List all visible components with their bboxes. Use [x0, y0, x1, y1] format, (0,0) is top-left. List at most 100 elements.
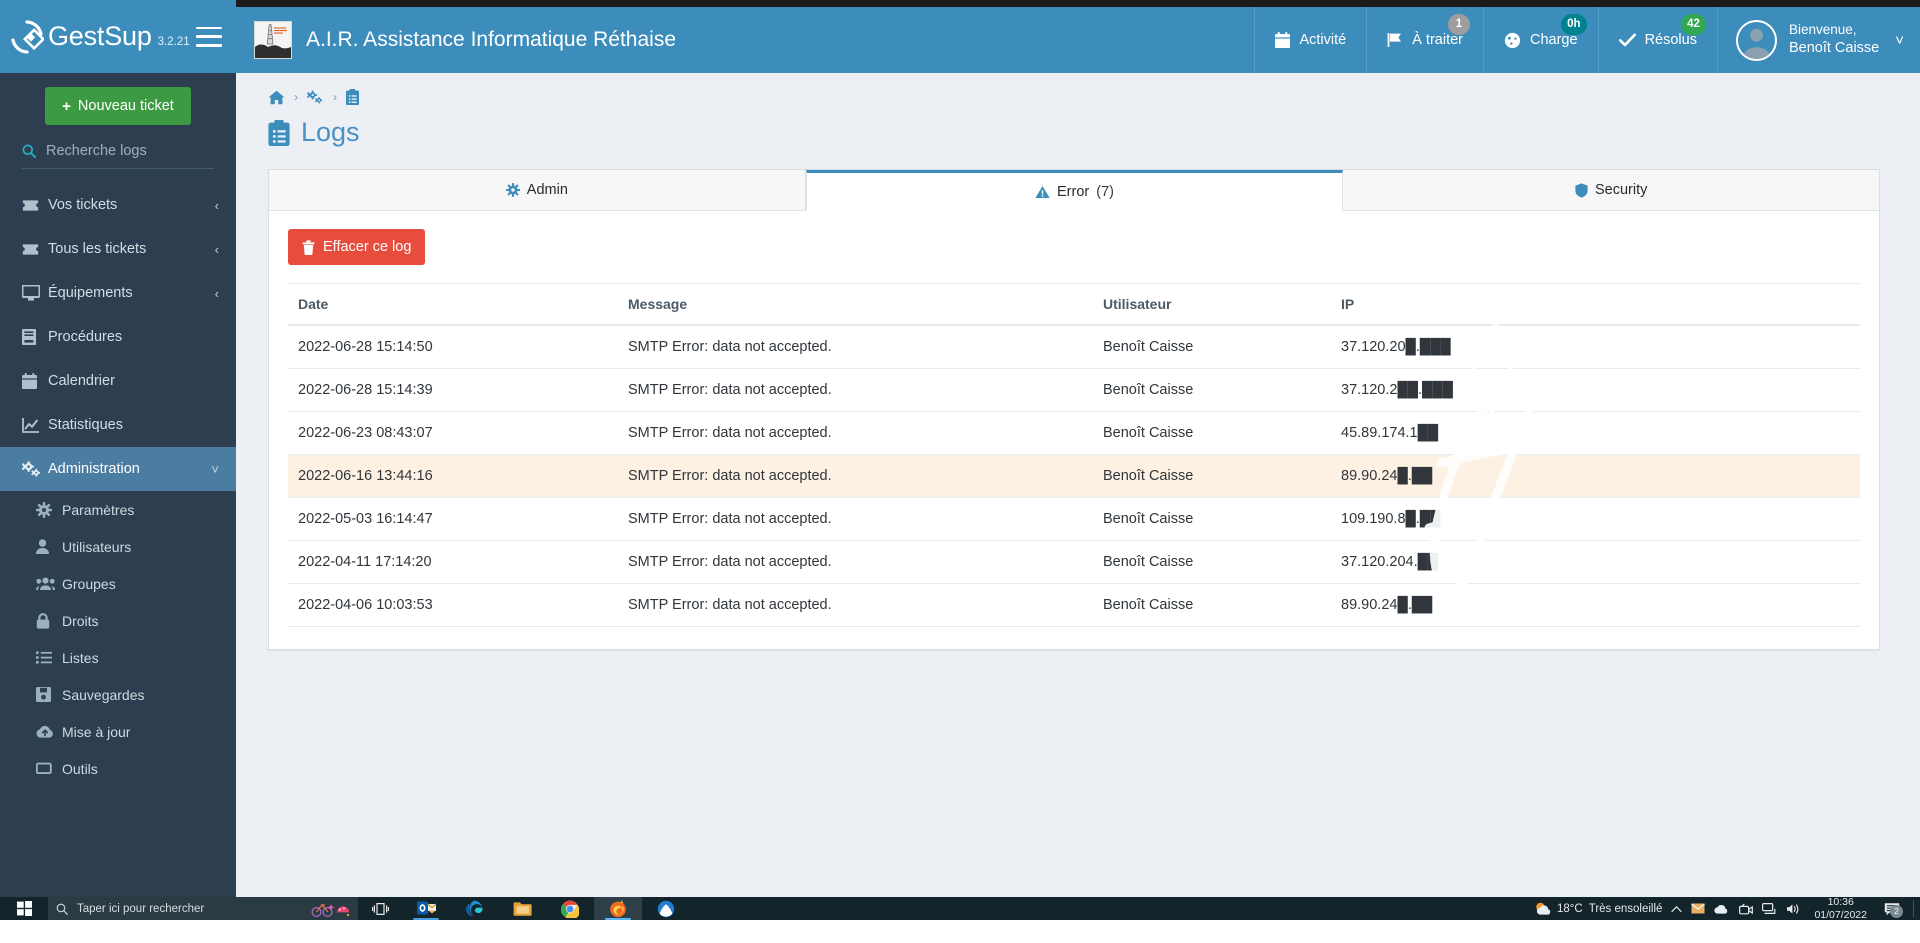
explorer-icon[interactable] — [498, 897, 546, 920]
user-greeting: Bienvenue, — [1788, 22, 1857, 38]
log-user-cell: Benoît Caisse — [1093, 540, 1331, 584]
breadcrumb-home-icon[interactable] — [268, 90, 285, 105]
new-ticket-button[interactable]: + Nouveau ticket — [45, 87, 191, 125]
sidebar-item-vos-tickets[interactable]: Vos tickets ‹ — [0, 183, 236, 227]
taskbar-search[interactable]: Taper ici pour rechercher — [48, 897, 358, 920]
sidebar-item-tous-les-tickets[interactable]: Tous les tickets ‹ — [0, 227, 236, 271]
sidebar-item-mise-a-jour[interactable]: Mise à jour — [0, 713, 236, 750]
clear-log-button[interactable]: Effacer ce log — [288, 229, 426, 265]
windows-start-icon[interactable] — [0, 901, 48, 916]
sidebar-item-calendrier[interactable]: Calendrier — [0, 359, 236, 403]
list-icon — [36, 651, 62, 664]
log-message-cell: SMTP Error: data not accepted. — [618, 540, 1093, 584]
table-row[interactable]: 2022-06-16 13:44:16 SMTP Error: data not … — [288, 454, 1860, 498]
sidebar-subitem-label: Groupes — [62, 575, 116, 592]
gestsup-diamond-logo — [10, 19, 44, 54]
taskbar-clock[interactable]: 10:36 01/07/2022 — [1810, 896, 1871, 920]
browser-top-strip — [0, 0, 1920, 7]
sidebar-item-listes[interactable]: Listes — [0, 639, 236, 676]
chrome-icon[interactable] — [546, 897, 594, 920]
tab-error[interactable]: Error (7) — [805, 170, 1344, 211]
sidebar-item-parametres[interactable]: Paramètres — [0, 491, 236, 528]
status-badge: 42 — [1681, 14, 1706, 35]
table-row[interactable]: 2022-05-03 16:14:47 SMTP Error: data not … — [288, 497, 1860, 541]
top-nav: Activité À traiter 1 Charge 0h Résolus 4… — [1254, 7, 1920, 73]
table-row[interactable]: 2022-06-28 15:14:39 SMTP Error: data not … — [288, 368, 1860, 412]
user-name: Benoît Caisse — [1788, 40, 1880, 57]
column-header-date[interactable]: Date — [288, 283, 618, 326]
sidebar-item-administration[interactable]: Administration ˅ — [0, 447, 236, 491]
sidebar-item-statistiques[interactable]: Statistiques — [0, 403, 236, 447]
action-center-icon[interactable]: 2 — [1880, 902, 1903, 918]
onedrive-icon[interactable] — [1714, 904, 1730, 914]
chevron-up-icon[interactable] — [1671, 905, 1683, 913]
topnav-activite[interactable]: Activité — [1254, 7, 1366, 73]
plus-icon: + — [62, 97, 71, 115]
log-user-cell: Benoît Caisse — [1093, 454, 1331, 498]
main-content: › › Logs Admin Error (7) Security Efface… — [236, 73, 1920, 920]
sidebar-item-equipements[interactable]: Équipements ‹ — [0, 271, 236, 315]
sidebar-item-outils[interactable]: Outils — [0, 750, 236, 787]
topnav-resolus[interactable]: Résolus 42 — [1597, 7, 1717, 73]
sidebar-item-procedures[interactable]: Procédures — [0, 315, 236, 359]
tab-admin[interactable]: Admin — [269, 170, 806, 210]
log-user-cell: Benoît Caisse — [1093, 368, 1331, 412]
sidebar-item-sauvegardes[interactable]: Sauvegardes — [0, 676, 236, 713]
ticket-icon — [22, 243, 48, 256]
sun-cloud-icon — [1534, 901, 1551, 916]
search-input[interactable] — [46, 143, 214, 159]
user-menu[interactable]: Bienvenue, Benoît Caisse ˅ — [1716, 7, 1920, 73]
column-header-utilisateur[interactable]: Utilisateur — [1093, 283, 1331, 326]
table-header-row: Date Message Utilisateur IP — [288, 283, 1860, 326]
firefox-icon[interactable] — [594, 897, 642, 920]
tab-bar: Admin Error (7) Security — [269, 170, 1880, 211]
breadcrumb-clipboard-list-icon[interactable] — [346, 89, 359, 105]
sidebar-search[interactable] — [22, 143, 214, 169]
column-header-ip[interactable]: IP — [1331, 283, 1860, 326]
table-row[interactable]: 2022-04-06 10:03:53 SMTP Error: data not … — [288, 583, 1860, 627]
meet-icon[interactable] — [1739, 903, 1754, 915]
log-ip-cell: 89.90.24█.██ — [1331, 583, 1860, 627]
tab-security[interactable]: Security — [1343, 170, 1880, 210]
column-header-message[interactable]: Message — [618, 283, 1093, 326]
weather-condition: Très ensoleillé — [1588, 902, 1663, 915]
edge-icon[interactable] — [450, 897, 498, 920]
sidebar-item-label: Procédures — [48, 329, 123, 345]
topnav-a-traiter[interactable]: À traiter 1 — [1366, 7, 1483, 73]
logs-table-head: Date Message Utilisateur IP — [288, 283, 1860, 326]
sidebar-subitem-label: Utilisateurs — [62, 538, 132, 555]
log-message-cell: SMTP Error: data not accepted. — [618, 497, 1093, 541]
browser-icon[interactable] — [642, 897, 690, 920]
new-ticket-label: Nouveau ticket — [77, 98, 174, 114]
table-row[interactable]: 2022-06-28 15:14:50 SMTP Error: data not … — [288, 325, 1860, 369]
tab-label: Error — [1057, 183, 1090, 200]
taskbar-apps — [402, 897, 690, 920]
table-row[interactable]: 2022-06-23 08:43:07 SMTP Error: data not … — [288, 411, 1860, 455]
sidebar-item-droits[interactable]: Droits — [0, 602, 236, 639]
log-message-cell: SMTP Error: data not accepted. — [618, 368, 1093, 412]
volume-icon[interactable] — [1786, 903, 1801, 915]
network-icon[interactable] — [1762, 902, 1777, 915]
table-row[interactable]: 2022-04-11 17:14:20 SMTP Error: data not … — [288, 540, 1860, 584]
app-active-underline — [413, 918, 439, 920]
sidebar-item-groupes[interactable]: Groupes — [0, 565, 236, 602]
sidebar-item-label: Calendrier — [48, 373, 115, 389]
task-view-icon[interactable] — [358, 902, 402, 916]
mail-icon[interactable] — [1691, 903, 1706, 914]
breadcrumb-cogs-icon[interactable] — [307, 90, 324, 105]
topnav-label: Activité — [1299, 32, 1347, 48]
tab-label: Admin — [526, 182, 568, 198]
lighthouse-logo — [254, 21, 292, 59]
clock-time: 10:36 — [1827, 896, 1854, 909]
logs-panel: Admin Error (7) Security Effacer ce log … — [268, 169, 1880, 650]
sidebar-subitem-label: Paramètres — [62, 501, 135, 518]
hamburger-icon[interactable] — [196, 26, 222, 47]
sidebar-item-utilisateurs[interactable]: Utilisateurs — [0, 528, 236, 565]
topnav-charge[interactable]: Charge 0h — [1483, 7, 1598, 73]
log-message-cell: SMTP Error: data not accepted. — [618, 325, 1093, 369]
outlook-icon[interactable] — [402, 897, 450, 920]
new-ticket-container: + Nouveau ticket — [0, 73, 236, 131]
user-info: Bienvenue, Benoît Caisse — [1789, 21, 1879, 59]
weather-widget[interactable]: 18°C Très ensoleillé — [1534, 901, 1662, 916]
breadcrumb-separator: › — [333, 90, 337, 104]
